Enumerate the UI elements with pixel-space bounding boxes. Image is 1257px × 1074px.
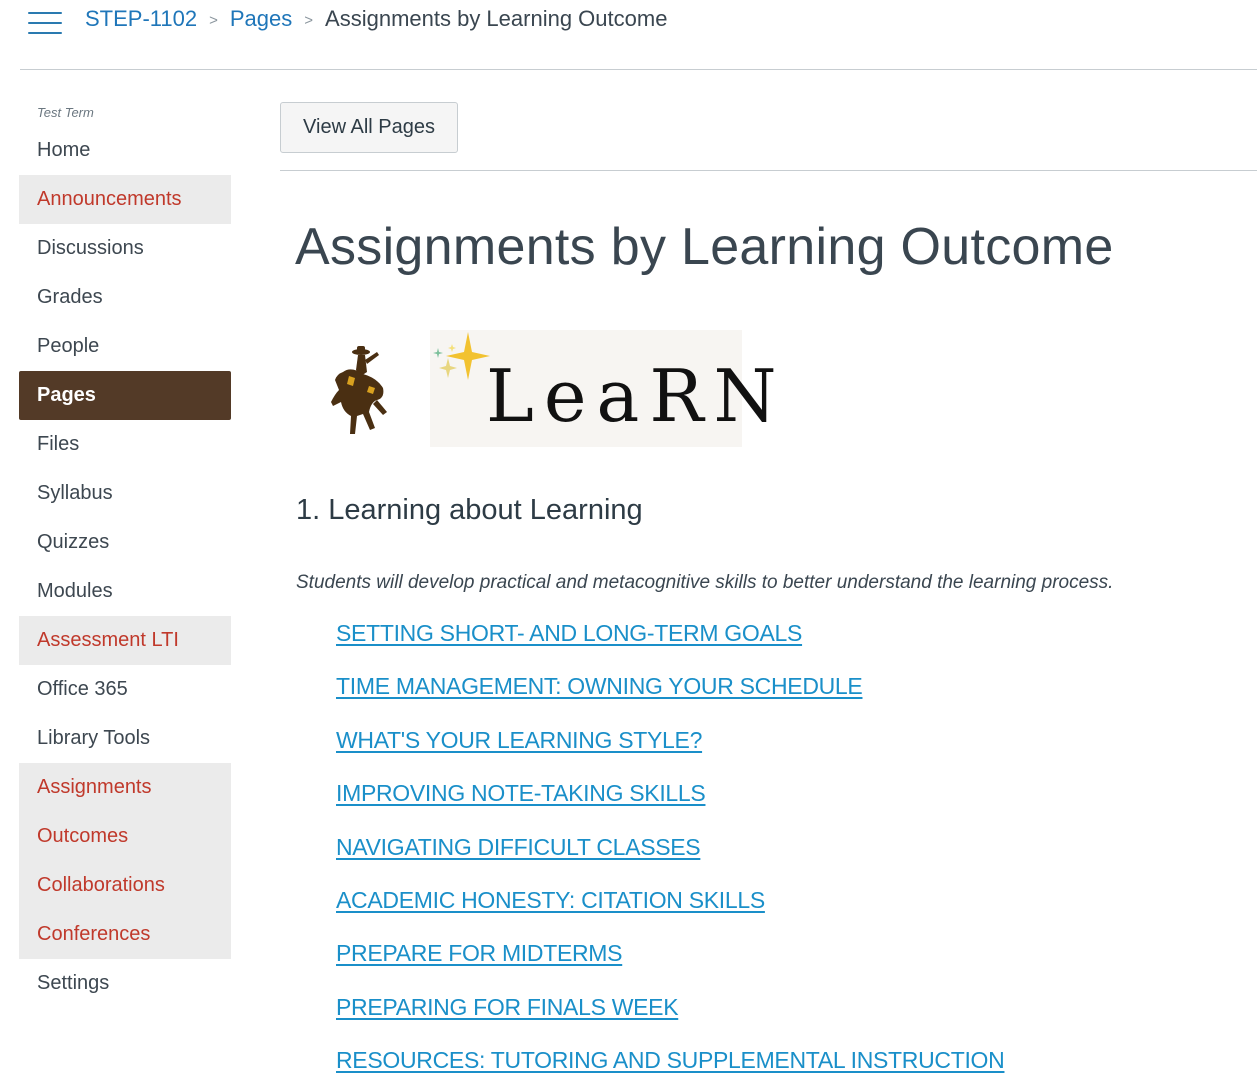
page-title: Assignments by Learning Outcome — [295, 218, 1114, 276]
sidebar-item-grades[interactable]: Grades — [19, 273, 231, 322]
sidebar-item-quizzes[interactable]: Quizzes — [19, 518, 231, 567]
learn-logo: LeaRN — [430, 330, 777, 447]
section-heading: 1. Learning about Learning — [296, 494, 643, 526]
learn-logo-text: LeaRN — [486, 354, 787, 438]
term-label: Test Term — [37, 105, 94, 120]
assignment-link[interactable]: ACADEMIC HONESTY: CITATION SKILLS — [336, 887, 1004, 940]
global-header: STEP-1102 > Pages > Assignments by Learn… — [20, 0, 1257, 70]
sidebar-item-syllabus[interactable]: Syllabus — [19, 469, 231, 518]
section-description: Students will develop practical and meta… — [296, 572, 1114, 593]
assignment-link-list: SETTING SHORT- AND LONG-TERM GOALS TIME M… — [336, 620, 1005, 1074]
assignment-link[interactable]: SETTING SHORT- AND LONG-TERM GOALS — [336, 620, 1004, 673]
assignment-link[interactable]: TIME MANAGEMENT: OWNING YOUR SCHEDULE — [336, 673, 1004, 726]
sidebar-item-discussions[interactable]: Discussions — [19, 224, 231, 273]
sidebar-item-office-365[interactable]: Office 365 — [19, 665, 231, 714]
assignment-link[interactable]: IMPROVING NOTE-TAKING SKILLS — [336, 780, 1004, 833]
assignment-link[interactable]: PREPARE FOR MIDTERMS — [336, 940, 1004, 993]
assignment-link[interactable]: NAVIGATING DIFFICULT CLASSES — [336, 834, 1004, 887]
sidebar-item-people[interactable]: People — [19, 322, 231, 371]
breadcrumb-current: Assignments by Learning Outcome — [325, 6, 668, 31]
divider — [280, 170, 1257, 171]
chevron-right-icon: > — [209, 11, 218, 29]
sidebar-item-assessment-lti[interactable]: Assessment LTI — [19, 616, 231, 665]
sidebar-item-library-tools[interactable]: Library Tools — [19, 714, 231, 763]
hamburger-icon[interactable] — [28, 10, 62, 36]
sidebar-item-collaborations[interactable]: Collaborations — [19, 861, 231, 910]
view-all-pages-button[interactable]: View All Pages — [280, 102, 458, 153]
sidebar-item-announcements[interactable]: Announcements — [19, 175, 231, 224]
sidebar-item-assignments[interactable]: Assignments — [19, 763, 231, 812]
sidebar-item-outcomes[interactable]: Outcomes — [19, 812, 231, 861]
sidebar-item-modules[interactable]: Modules — [19, 567, 231, 616]
assignment-link[interactable]: WHAT'S YOUR LEARNING STYLE? — [336, 727, 1004, 780]
course-nav-list: Home Announcements Discussions Grades People… — [19, 126, 231, 1008]
assignment-link[interactable]: PREPARING FOR FINALS WEEK — [336, 994, 1004, 1047]
assignment-link[interactable]: RESOURCES: TUTORING AND SUPPLEMENTAL INS… — [336, 1047, 1005, 1074]
sidebar-item-files[interactable]: Files — [19, 420, 231, 469]
course-nav: Test Term Home Announcements Discussions Gr… — [19, 100, 231, 1008]
breadcrumb: STEP-1102 > Pages > Assignments by Learn… — [85, 6, 667, 32]
learn-banner: LeaRN — [325, 324, 777, 449]
sidebar-item-pages[interactable]: Pages — [19, 371, 231, 420]
breadcrumb-course-link[interactable]: STEP-1102 — [85, 6, 197, 32]
sidebar-item-home[interactable]: Home — [19, 126, 231, 175]
sidebar-item-settings[interactable]: Settings — [19, 959, 231, 1008]
sidebar-item-conferences[interactable]: Conferences — [19, 910, 231, 959]
bucking-horse-logo — [331, 346, 387, 434]
chevron-right-icon: > — [304, 11, 314, 29]
breadcrumb-pages-link[interactable]: Pages — [230, 6, 292, 32]
